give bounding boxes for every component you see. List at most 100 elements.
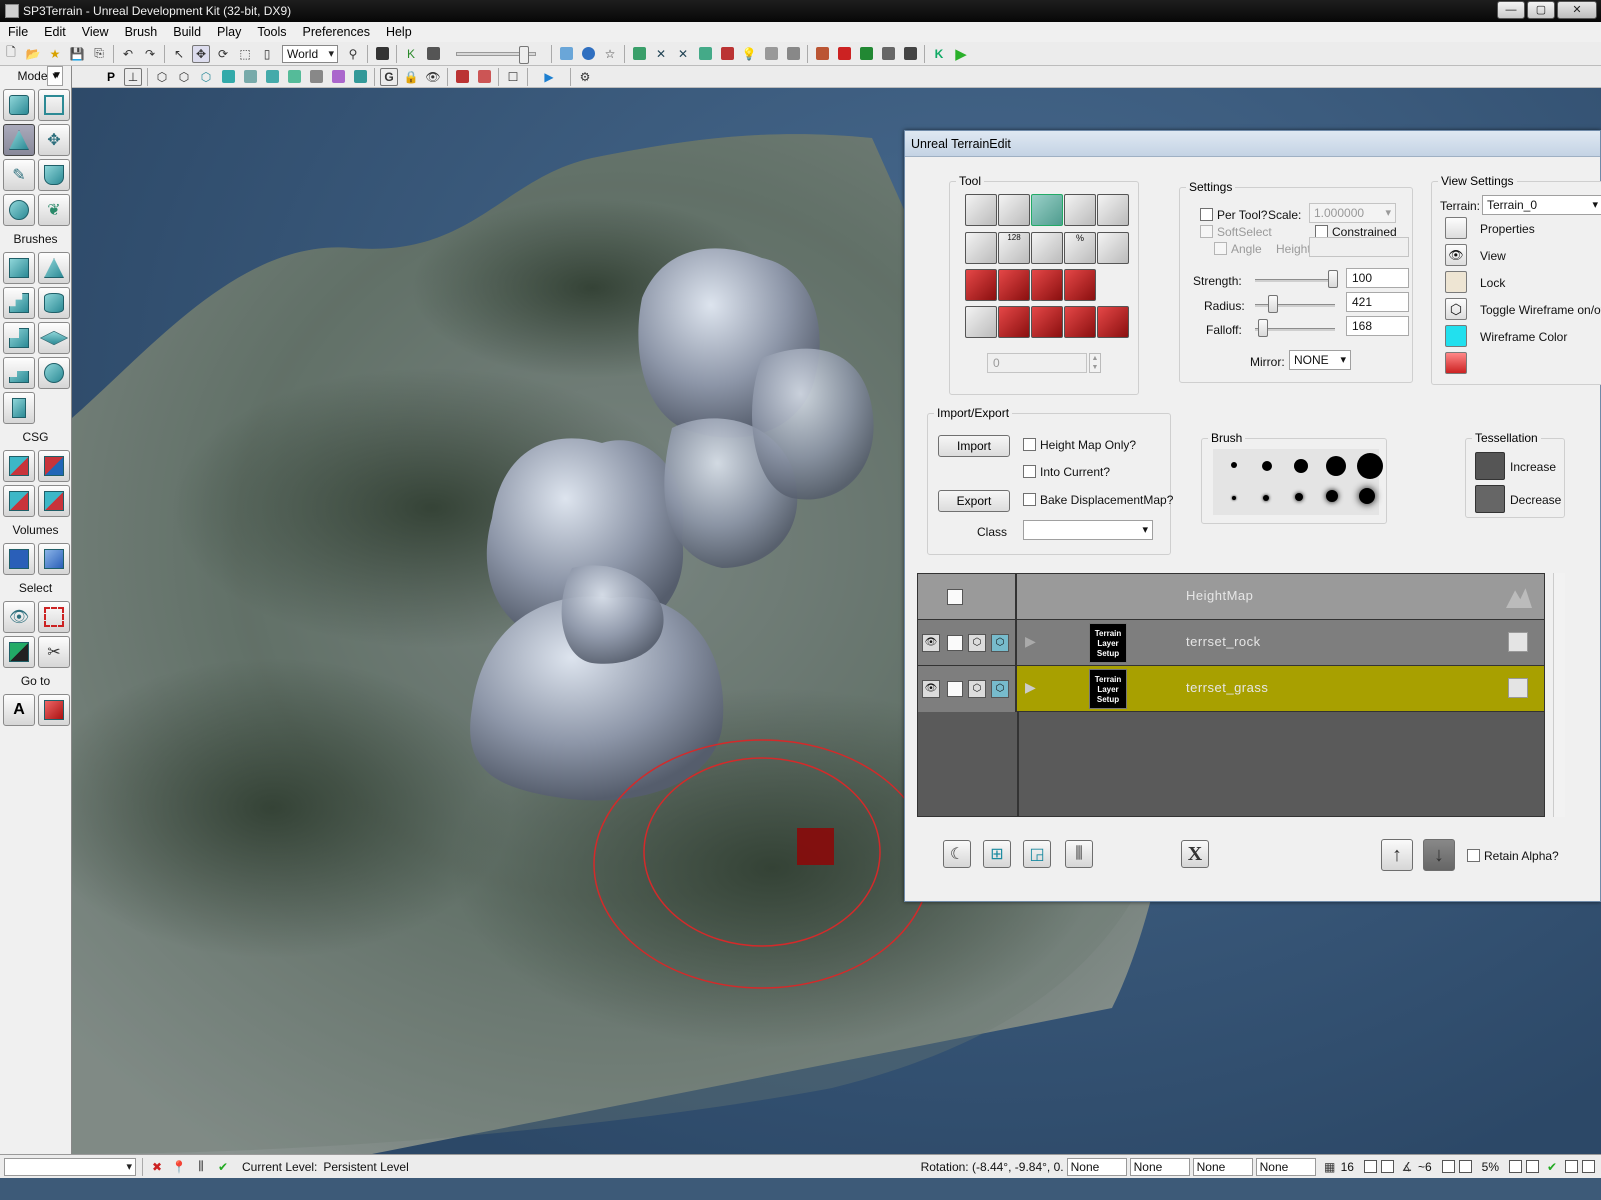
- lighting-only-icon[interactable]: [263, 68, 281, 86]
- build-geometry-icon[interactable]: [630, 45, 648, 63]
- detail-lighting-icon[interactable]: [241, 68, 259, 86]
- delete-tool-4-icon[interactable]: [1097, 306, 1129, 338]
- texture-density-icon[interactable]: [307, 68, 325, 86]
- goto-builder-brush-button[interactable]: [38, 694, 70, 726]
- delete-tool-1-icon[interactable]: [998, 306, 1030, 338]
- export-button[interactable]: Export: [938, 490, 1010, 512]
- volume-cube-button[interactable]: [38, 543, 70, 575]
- tex-rotate2-tool-icon[interactable]: [1031, 269, 1063, 301]
- matinee-icon[interactable]: [813, 45, 831, 63]
- fog-icon[interactable]: [762, 45, 780, 63]
- rock-solid-cube-icon[interactable]: ⬡: [991, 634, 1009, 652]
- viewport-type-icon[interactable]: ⊥: [124, 67, 142, 86]
- brush-soft-3[interactable]: [1295, 493, 1303, 501]
- layer-row-terrset-grass[interactable]: 👁 ⬡ ⬡ ▶ Terrain Layer Setup terrset_gras…: [918, 666, 1544, 712]
- grass-copy-icon[interactable]: [1508, 678, 1528, 698]
- csg-deintersect-button[interactable]: [38, 485, 70, 517]
- falloff-field[interactable]: 168: [1346, 316, 1409, 336]
- play-device-icon[interactable]: [857, 45, 875, 63]
- lightmap-density-icon[interactable]: [351, 68, 369, 86]
- status-check-icon[interactable]: ✔: [214, 1158, 232, 1176]
- height-map-only-checkbox[interactable]: [1023, 438, 1036, 451]
- status-disconnect-icon[interactable]: ✖: [148, 1158, 166, 1176]
- delete-tool-3-icon[interactable]: [1064, 306, 1096, 338]
- tex-select-tool-icon[interactable]: [1064, 269, 1096, 301]
- tex-scale-tool-icon[interactable]: [998, 269, 1030, 301]
- paint-tool-icon[interactable]: [965, 194, 997, 226]
- grid-snap-dropdown[interactable]: [1380, 1160, 1394, 1173]
- heightmap-checkbox[interactable]: [947, 589, 963, 605]
- brush-hard-4[interactable]: [1326, 456, 1346, 476]
- scale-dropdown[interactable]: 1.000000: [1309, 203, 1396, 223]
- rock-checkbox[interactable]: [947, 635, 963, 651]
- status-columns-icon[interactable]: ⫼: [192, 1158, 210, 1176]
- soft-select-checkbox[interactable]: [1200, 225, 1213, 238]
- strength-slider[interactable]: [1327, 270, 1338, 288]
- maximize-viewport-icon[interactable]: ☐: [504, 68, 522, 86]
- binoculars-icon[interactable]: ⚲: [344, 45, 362, 63]
- folder-icon[interactable]: [557, 45, 575, 63]
- mirror-dropdown[interactable]: NONE: [1289, 350, 1351, 370]
- decrease-tessellation-icon[interactable]: [1475, 485, 1505, 513]
- stream-icon[interactable]: [475, 68, 493, 86]
- menu-preferences[interactable]: Preferences: [295, 25, 378, 39]
- select-tool-128-icon[interactable]: 128: [998, 232, 1030, 264]
- select-invert-button[interactable]: [3, 636, 35, 668]
- show-selected-button[interactable]: 👁: [3, 601, 35, 633]
- angle-checkbox[interactable]: [1214, 242, 1227, 255]
- csg-subtract-button[interactable]: [38, 450, 70, 482]
- menu-edit[interactable]: Edit: [36, 25, 74, 39]
- into-current-checkbox[interactable]: [1023, 465, 1036, 478]
- scale-snap-checkbox[interactable]: [1509, 1160, 1522, 1173]
- coordinate-system-dropdown[interactable]: World: [282, 44, 338, 63]
- import-button[interactable]: Import: [938, 435, 1010, 457]
- bake-displacement-checkbox[interactable]: [1023, 493, 1036, 506]
- kismet-icon[interactable]: [373, 45, 391, 63]
- maximize-button[interactable]: ▢: [1527, 1, 1555, 19]
- status-field-4[interactable]: None: [1255, 1157, 1316, 1176]
- view-eye-icon[interactable]: 👁: [1445, 244, 1467, 266]
- rock-copy-icon[interactable]: [1508, 632, 1528, 652]
- brush-soft-4[interactable]: [1326, 490, 1338, 502]
- per-tool-checkbox[interactable]: [1200, 208, 1213, 221]
- red-display-icon[interactable]: [1445, 352, 1467, 374]
- increase-tessellation-button[interactable]: Increase: [1510, 460, 1556, 474]
- static-mesh-mode-button[interactable]: [38, 159, 70, 191]
- scale-icon[interactable]: ⬚: [236, 45, 254, 63]
- vertex-edit-icon[interactable]: [1064, 194, 1096, 226]
- translate-icon[interactable]: ✥: [192, 44, 210, 63]
- properties-icon[interactable]: [1445, 217, 1467, 239]
- wireframe-color-swatch[interactable]: [1445, 325, 1467, 347]
- brush-hard-2[interactable]: [1262, 461, 1272, 471]
- close-window-button[interactable]: ✕: [1557, 1, 1597, 19]
- curved-stairs-brush-button[interactable]: [3, 322, 35, 354]
- build-paths-icon[interactable]: ✕: [674, 45, 692, 63]
- rock-expand-icon[interactable]: ▶: [1025, 633, 1036, 650]
- strength-field[interactable]: 100: [1346, 268, 1409, 288]
- rock-visibility-eye-icon[interactable]: 👁: [922, 634, 940, 652]
- sphere-brush-button[interactable]: [38, 357, 70, 389]
- brush-soft-1[interactable]: [1232, 496, 1236, 500]
- scale-snap-dropdown[interactable]: [1526, 1160, 1539, 1173]
- view-button[interactable]: View: [1480, 249, 1506, 263]
- height-field[interactable]: [1309, 237, 1409, 257]
- sheet-brush-button[interactable]: [38, 322, 70, 354]
- kismet-k-icon[interactable]: K: [930, 45, 948, 63]
- delete-tool-2-icon[interactable]: [1031, 306, 1063, 338]
- unlit-icon[interactable]: ⬡: [197, 68, 215, 86]
- terrain-dropdown[interactable]: Terrain_0: [1482, 195, 1601, 215]
- hide-selected-button[interactable]: [38, 601, 70, 633]
- foliage-mode-button[interactable]: ❦: [38, 194, 70, 226]
- generic-browser-icon[interactable]: [424, 45, 442, 63]
- spiral-stairs-brush-button[interactable]: [3, 357, 35, 389]
- class-dropdown[interactable]: [1023, 520, 1153, 540]
- layers-scrollbar[interactable]: [1553, 573, 1565, 817]
- new-icon[interactable]: 🗋: [2, 45, 20, 63]
- retain-alpha-checkbox[interactable]: [1467, 849, 1480, 862]
- grid-snap-checkbox[interactable]: [1363, 1160, 1377, 1173]
- geometry-mode-button[interactable]: [38, 89, 70, 121]
- autosave-icon[interactable]: ✔: [1543, 1158, 1561, 1176]
- console-icon[interactable]: [901, 45, 919, 63]
- brush-hard-5[interactable]: [1357, 453, 1383, 479]
- save-icon[interactable]: 💾: [68, 45, 86, 63]
